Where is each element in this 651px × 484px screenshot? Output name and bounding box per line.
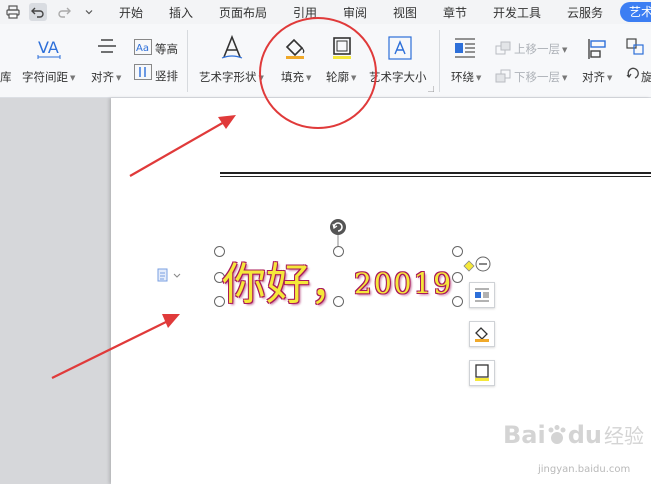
annotation-overlay bbox=[51, 17, 377, 379]
highlight-circle bbox=[259, 17, 377, 129]
arrow-to-text bbox=[51, 314, 180, 379]
watermark-brand-du: du bbox=[567, 421, 602, 449]
watermark-cn: 经验 bbox=[603, 424, 644, 448]
watermark-url: jingyan.baidu.com bbox=[538, 464, 631, 475]
watermark-brand: Bai bbox=[503, 421, 546, 449]
paw-icon bbox=[548, 425, 566, 444]
baidu-watermark: Bai du 经验 bbox=[503, 420, 644, 449]
arrow-to-ribbon bbox=[129, 115, 236, 177]
